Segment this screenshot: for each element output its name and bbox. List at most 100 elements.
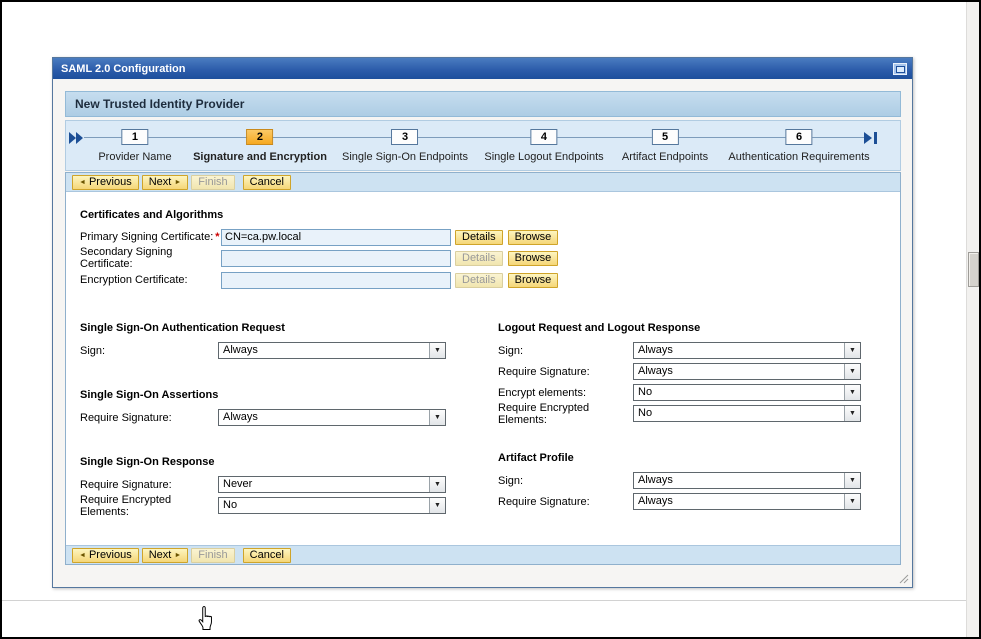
- section-artifact-profile: Artifact Profile Sign: Always ▼ Require …: [498, 452, 861, 512]
- field-row: Sign: Always ▼: [498, 470, 861, 491]
- section-title: Single Sign-On Assertions: [80, 389, 446, 401]
- chevron-down-icon: ▼: [844, 385, 860, 400]
- browse-button[interactable]: Browse: [508, 230, 559, 245]
- details-button[interactable]: Details: [455, 273, 503, 288]
- sso-assertions-require-signature-dropdown[interactable]: Always ▼: [218, 409, 446, 426]
- secondary-signing-certificate-row: Secondary Signing Certificate: Details B…: [80, 249, 563, 267]
- details-button[interactable]: Details: [455, 230, 503, 245]
- step-6-box[interactable]: 6: [786, 129, 813, 145]
- section-title: Logout Request and Logout Response: [498, 322, 861, 334]
- sso-auth-request-sign-dropdown[interactable]: Always ▼: [218, 342, 446, 359]
- browse-label: Browse: [515, 252, 552, 265]
- certificates-section-title: Certificates and Algorithms: [80, 209, 223, 221]
- window-restore-icon[interactable]: [893, 63, 907, 75]
- secondary-signing-certificate-input[interactable]: [221, 250, 451, 267]
- previous-button[interactable]: ◄ Previous: [72, 175, 139, 190]
- field-label: Require Signature:: [498, 496, 633, 508]
- next-button[interactable]: Next ►: [142, 175, 189, 190]
- sso-response-require-signature-dropdown[interactable]: Never ▼: [218, 476, 446, 493]
- next-arrow-icon: ►: [174, 552, 181, 559]
- field-label: Sign:: [498, 345, 633, 357]
- field-label: Require Signature:: [498, 366, 633, 378]
- section-title: Single Sign-On Authentication Request: [80, 322, 446, 334]
- page-title: New Trusted Identity Provider: [65, 91, 901, 117]
- required-marker: *: [215, 231, 219, 243]
- step-2-label: Signature and Encryption: [193, 151, 327, 163]
- section-title: Single Sign-On Response: [80, 456, 446, 468]
- page: SAML 2.0 Configuration New Trusted Ident…: [0, 0, 981, 639]
- step-4-box[interactable]: 4: [530, 129, 557, 145]
- wizard-step-2: 2 Signature and Encryption: [193, 129, 327, 163]
- step-4-label: Single Logout Endpoints: [484, 151, 603, 163]
- artifact-require-signature-dropdown[interactable]: Always ▼: [633, 493, 861, 510]
- field-row: Require Signature: Never ▼: [80, 474, 446, 495]
- previous-button[interactable]: ◄ Previous: [72, 548, 139, 563]
- field-label: Secondary Signing Certificate:: [80, 246, 221, 270]
- roadmap-start-icon: [69, 130, 85, 146]
- dropdown-value: Always: [634, 473, 844, 488]
- dropdown-value: Never: [219, 477, 429, 492]
- details-label: Details: [462, 231, 496, 244]
- step-6-label: Authentication Requirements: [728, 151, 869, 163]
- section-sso-assertions: Single Sign-On Assertions Require Signat…: [80, 389, 446, 428]
- step-2-box[interactable]: 2: [246, 129, 273, 145]
- field-row: Require Encrypted Elements: No ▼: [80, 495, 446, 516]
- logout-encrypt-elements-dropdown[interactable]: No ▼: [633, 384, 861, 401]
- details-label: Details: [462, 274, 496, 287]
- artifact-sign-dropdown[interactable]: Always ▼: [633, 472, 861, 489]
- previous-arrow-icon: ◄: [79, 179, 86, 186]
- field-label-text: Encryption Certificate:: [80, 274, 188, 286]
- logout-require-signature-dropdown[interactable]: Always ▼: [633, 363, 861, 380]
- page-scrollbar[interactable]: [966, 2, 979, 637]
- step-1-box[interactable]: 1: [121, 129, 148, 145]
- logout-require-encrypted-elements-dropdown[interactable]: No ▼: [633, 405, 861, 422]
- cancel-label: Cancel: [250, 176, 284, 189]
- field-label: Encrypt elements:: [498, 387, 633, 399]
- scrollbar-thumb[interactable]: [968, 252, 979, 287]
- primary-signing-certificate-row: Primary Signing Certificate:* Details Br…: [80, 228, 563, 246]
- chevron-down-icon: ▼: [844, 343, 860, 358]
- cancel-button[interactable]: Cancel: [243, 175, 291, 190]
- section-title: Artifact Profile: [498, 452, 861, 464]
- field-label: Require Signature:: [80, 412, 218, 424]
- finish-button[interactable]: Finish: [191, 548, 234, 563]
- resize-grip-icon[interactable]: [897, 572, 909, 584]
- browse-button[interactable]: Browse: [508, 273, 559, 288]
- window-titlebar: SAML 2.0 Configuration: [53, 58, 912, 79]
- previous-arrow-icon: ◄: [79, 552, 86, 559]
- sso-response-require-encrypted-elements-dropdown[interactable]: No ▼: [218, 497, 446, 514]
- chevron-down-icon: ▼: [429, 343, 445, 358]
- field-label: Sign:: [80, 345, 218, 357]
- field-label: Encryption Certificate:: [80, 274, 221, 286]
- field-row: Sign: Always ▼: [498, 340, 861, 361]
- finish-button[interactable]: Finish: [191, 175, 234, 190]
- step-5-box[interactable]: 5: [652, 129, 679, 145]
- browse-label: Browse: [515, 274, 552, 287]
- dropdown-value: Always: [634, 343, 844, 358]
- logout-sign-dropdown[interactable]: Always ▼: [633, 342, 861, 359]
- encryption-certificate-input[interactable]: [221, 272, 451, 289]
- details-label: Details: [462, 252, 496, 265]
- dropdown-value: Always: [634, 364, 844, 379]
- field-label: Require Signature:: [80, 479, 218, 491]
- page-bottom-divider: [2, 600, 966, 601]
- primary-signing-certificate-input[interactable]: [221, 229, 451, 246]
- wizard-toolbar-top: ◄ Previous Next ► Finish Cancel: [66, 173, 900, 192]
- next-button[interactable]: Next ►: [142, 548, 189, 563]
- browse-label: Browse: [515, 231, 552, 244]
- details-button[interactable]: Details: [455, 251, 503, 266]
- window-title: SAML 2.0 Configuration: [61, 63, 893, 75]
- field-label: Primary Signing Certificate:*: [80, 231, 221, 243]
- finish-label: Finish: [198, 176, 227, 189]
- next-arrow-icon: ►: [174, 179, 181, 186]
- chevron-down-icon: ▼: [844, 494, 860, 509]
- field-label: Require Encrypted Elements:: [498, 402, 633, 426]
- cancel-button[interactable]: Cancel: [243, 548, 291, 563]
- step-1-label: Provider Name: [98, 151, 171, 163]
- previous-label: Previous: [89, 549, 132, 562]
- chevron-down-icon: ▼: [429, 477, 445, 492]
- dropdown-value: No: [634, 406, 844, 421]
- browse-button[interactable]: Browse: [508, 251, 559, 266]
- finish-label: Finish: [198, 549, 227, 562]
- step-3-box[interactable]: 3: [392, 129, 419, 145]
